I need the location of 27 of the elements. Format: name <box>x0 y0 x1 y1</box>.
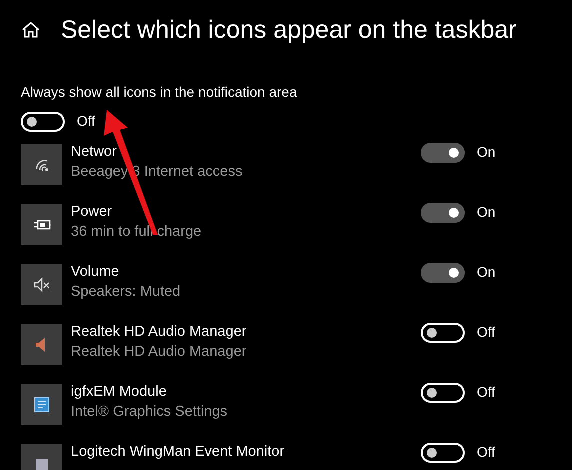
app-icon <box>21 324 62 365</box>
toggle-switch[interactable] <box>421 202 465 222</box>
app-icon <box>21 264 62 305</box>
item-name: Volume <box>71 263 120 282</box>
setting-label: Always show all icons in the notification area <box>21 83 298 102</box>
app-icon <box>21 144 62 185</box>
item-name: Networ <box>71 143 118 162</box>
toggle-switch[interactable] <box>421 142 465 162</box>
item-name: Logitech WingMan Event Monitor <box>71 443 286 462</box>
toggle-state: On <box>477 203 496 222</box>
page-title: Select which icons appear on the taskbar <box>61 15 517 46</box>
toggle-state: Off <box>477 383 496 402</box>
app-icon <box>21 204 62 245</box>
toggle-state: Off <box>77 112 96 131</box>
item-detail: Realtek HD Audio Manager <box>71 343 248 362</box>
toggle-switch[interactable] <box>421 262 465 282</box>
item-detail: Speakers: Muted <box>71 283 182 302</box>
toggle-state: On <box>477 143 496 162</box>
toggle-state: Off <box>477 323 496 342</box>
item-name: Power <box>71 203 114 222</box>
item-name: igfxEM Module <box>71 383 168 402</box>
home-icon[interactable] <box>21 20 41 40</box>
app-icon <box>21 384 62 425</box>
item-detail: Intel® Graphics Settings <box>71 403 229 422</box>
item-name: Realtek HD Audio Manager <box>71 323 248 342</box>
toggle-state: On <box>477 263 496 282</box>
toggle-state: Off <box>477 443 496 462</box>
